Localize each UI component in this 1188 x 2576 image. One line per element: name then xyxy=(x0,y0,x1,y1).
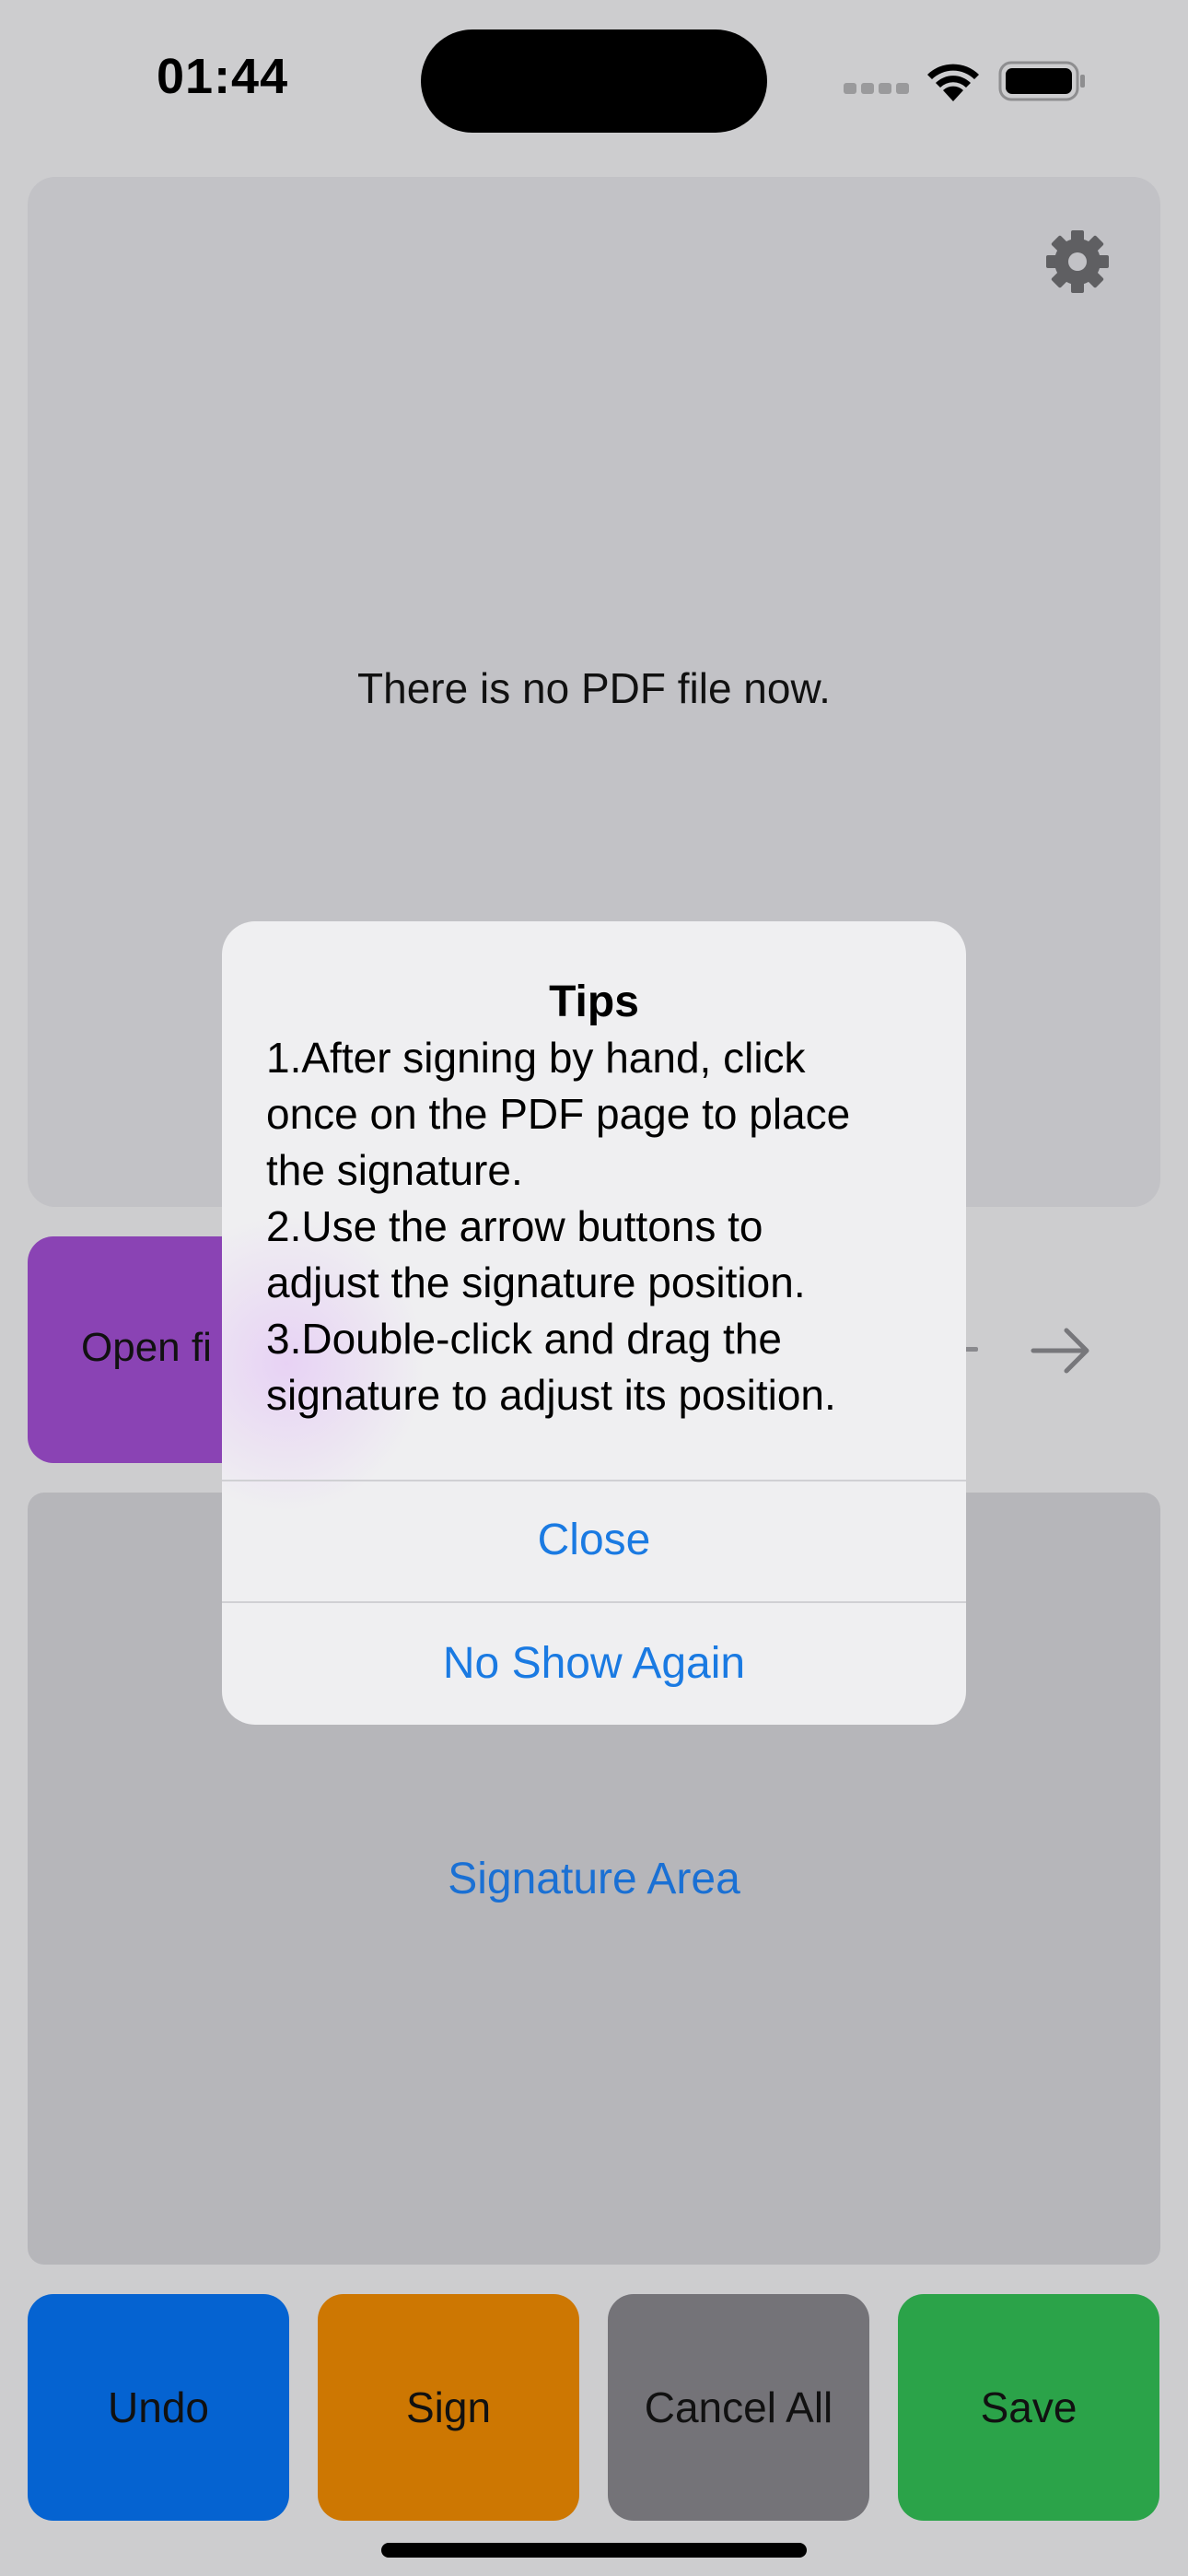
tips-alert: Tips 1.After signing by hand, click once… xyxy=(222,921,966,1725)
alert-message-line: once on the PDF page to place xyxy=(266,1090,851,1138)
status-indicators xyxy=(840,55,1089,111)
wifi-icon xyxy=(927,64,979,101)
alert-title: Tips xyxy=(549,978,639,1026)
alert-message-line: 2.Use the arrow buttons to xyxy=(266,1202,763,1250)
arrow-right-icon[interactable] xyxy=(1030,1323,1094,1378)
status-time: 01:44 xyxy=(157,49,289,104)
sign-button[interactable]: Sign xyxy=(318,2294,579,2521)
alert-message-line: 3.Double-click and drag the xyxy=(266,1315,782,1363)
alert-message-line: 1.After signing by hand, click xyxy=(266,1034,806,1082)
alert-message: 1.After signing by hand, click once on t… xyxy=(266,1030,938,1423)
undo-button[interactable]: Undo xyxy=(28,2294,289,2521)
battery-icon xyxy=(998,61,1085,101)
alert-message-line: signature to adjust its position. xyxy=(266,1371,836,1419)
signature-area-label: Signature Area xyxy=(448,1855,740,1903)
home-indicator[interactable] xyxy=(381,2543,807,2558)
gear-icon[interactable] xyxy=(1044,228,1111,295)
signal-icon xyxy=(844,83,909,94)
open-file-label: Open fi xyxy=(81,1325,212,1370)
close-button[interactable]: Close xyxy=(222,1480,966,1601)
alert-message-line: adjust the signature position. xyxy=(266,1259,806,1306)
alert-message-line: the signature. xyxy=(266,1146,523,1194)
no-show-again-button[interactable]: No Show Again xyxy=(222,1603,966,1725)
cancel-all-button[interactable]: Cancel All xyxy=(608,2294,869,2521)
save-button[interactable]: Save xyxy=(898,2294,1159,2521)
empty-pdf-message: There is no PDF file now. xyxy=(357,664,831,712)
dynamic-island xyxy=(421,29,767,133)
